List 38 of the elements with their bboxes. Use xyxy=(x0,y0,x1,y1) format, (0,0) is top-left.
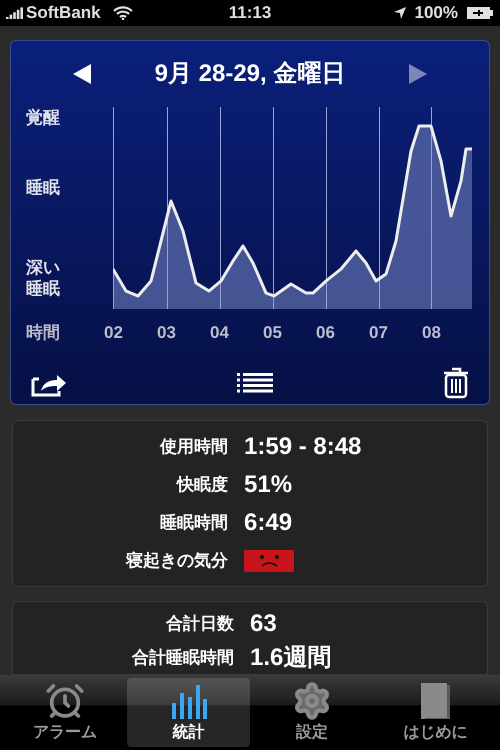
stat-label: 快眠度 xyxy=(175,474,229,496)
stat-label: 睡眠時間 xyxy=(159,512,229,534)
battery-charging-icon xyxy=(466,6,494,20)
stat-label: 寝起きの気分 xyxy=(124,550,229,572)
hour-tick-label: 05 xyxy=(263,322,282,344)
carrier-name: SoftBank xyxy=(26,2,101,24)
hour-tick-label: 08 xyxy=(422,322,441,344)
total-value: 1.6週間 xyxy=(250,643,332,673)
total-label: 合計睡眠時間 xyxy=(130,647,235,669)
frowning-face-icon xyxy=(244,550,294,572)
time-axis-label: 時間 xyxy=(26,322,61,344)
date-title: 9月 28-29, 金曜日 xyxy=(154,58,346,89)
stat-value: 1:59 - 8:48 xyxy=(244,432,362,462)
clock-time: 11:13 xyxy=(228,2,272,24)
alarm-clock-icon xyxy=(44,681,85,721)
tab[interactable]: 統計 xyxy=(126,678,250,747)
hour-tick-label: 04 xyxy=(210,322,229,344)
stat-value: 6:49 xyxy=(244,508,292,538)
wifi-icon xyxy=(112,6,133,20)
hour-tick-label: 03 xyxy=(157,322,176,344)
tab[interactable]: はじめに xyxy=(374,678,497,747)
stat-value: 51% xyxy=(244,470,292,500)
sleep-stage-label: 睡眠 xyxy=(26,176,60,198)
hour-tick-label: 07 xyxy=(369,322,388,344)
stat-label: 使用時間 xyxy=(158,436,229,458)
signal-icon xyxy=(6,6,24,19)
total-label: 合計日数 xyxy=(164,613,235,635)
tab[interactable]: 設定 xyxy=(250,678,374,747)
trash-icon[interactable] xyxy=(443,366,469,399)
hour-tick-label: 02 xyxy=(104,322,123,344)
sleep-stage-label: 覚醒 xyxy=(26,106,60,128)
tab[interactable]: アラーム xyxy=(3,678,126,747)
battery-percentage: 100% xyxy=(414,2,458,24)
list-icon[interactable] xyxy=(237,372,273,393)
sleep-stage-label: 深い睡眠 xyxy=(26,256,61,299)
total-value: 63 xyxy=(250,609,277,639)
hour-tick-label: 06 xyxy=(316,322,335,344)
location-arrow-icon xyxy=(392,6,407,20)
